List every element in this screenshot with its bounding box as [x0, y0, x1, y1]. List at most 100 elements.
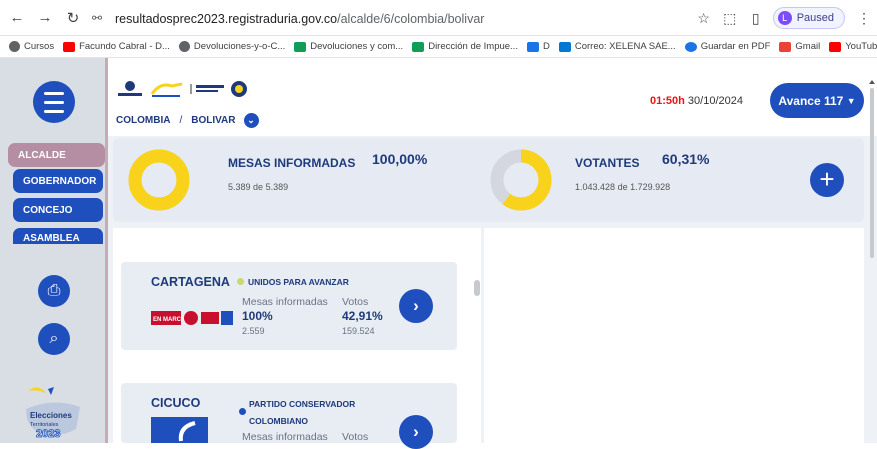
svg-text:2023: 2023: [36, 428, 60, 440]
votantes-ring: [490, 149, 552, 211]
bookmark-5[interactable]: D: [526, 41, 550, 52]
chevron-right-icon[interactable]: ›: [399, 415, 433, 449]
mesas-label: Mesas informadas: [242, 296, 328, 308]
mesas-title: MESAS INFORMADAS: [228, 156, 356, 170]
bookmark-label: Gmail: [795, 41, 821, 52]
votantes-count-line: 1.043.428 de 1.729.928: [575, 182, 671, 192]
bookmark-6[interactable]: Correo: XELENA SAE...: [558, 41, 676, 52]
address-bar[interactable]: ⚯ resultadosprec2023.registraduria.gov.c…: [92, 8, 722, 30]
mesas-count: 2.559: [242, 326, 265, 336]
bookmarks-bar: Cursos Facundo Cabral - D... Devolucione…: [0, 36, 877, 58]
bookmark-label: Cursos: [24, 41, 55, 52]
breadcrumb-colombia[interactable]: COLOMBIA: [116, 115, 170, 126]
page-header: COLOMBIA / BOLIVAR ⌄ 01:50h 30/10/2024 A…: [108, 58, 877, 136]
side-panel-icon[interactable]: ▯: [743, 10, 769, 27]
gmail-icon: [779, 41, 792, 52]
municipality-card-cartagena[interactable]: CARTAGENA UNIDOS PARA AVANZAR EN MARCHA …: [121, 262, 457, 350]
breadcrumb-bolivar[interactable]: BOLIVAR: [191, 115, 235, 126]
plus-icon[interactable]: +: [810, 163, 844, 197]
sidebar-item-alcalde[interactable]: ALCALDE: [8, 143, 105, 167]
more-menu-icon[interactable]: ⋮: [851, 10, 877, 27]
mesas-percent: 100%: [242, 309, 273, 323]
search-icon[interactable]: ⌕: [38, 323, 70, 355]
registraduria-logo: [118, 81, 142, 96]
mesas-ring: [128, 149, 190, 211]
pdf-icon: [684, 41, 697, 52]
bookmark-4[interactable]: Dirección de Impue...: [412, 41, 518, 52]
avance-label: Avance 117: [778, 93, 844, 108]
list-scrollbar[interactable]: [474, 280, 480, 296]
bookmark-8[interactable]: Gmail: [779, 41, 820, 52]
votantes-percent: 60,31%: [662, 151, 710, 167]
svg-text:Elecciones: Elecciones: [30, 411, 72, 420]
ministerio-logo: [190, 84, 224, 94]
bookmark-label: YouTube: [845, 41, 877, 52]
bookmark-1[interactable]: Facundo Cabral - D...: [63, 41, 170, 52]
breadcrumb-separator: /: [179, 115, 183, 126]
print-icon[interactable]: ⎙: [38, 275, 70, 307]
stats-panel: MESAS INFORMADAS 100,00% 5.389 de 5.389 …: [113, 138, 864, 222]
avance-dropdown[interactable]: Avance 117 ▼: [770, 83, 864, 118]
mesas-count-line: 5.389 de 5.389: [228, 182, 289, 192]
profile-avatar: L: [777, 11, 792, 25]
party-name-line2: COLOMBIANO: [249, 416, 309, 426]
municipality-name: CARTAGENA: [151, 275, 230, 289]
bookmark-2[interactable]: Devoluciones-y-o-C...: [178, 41, 286, 52]
bookmark-label: Correo: XELENA SAE...: [574, 41, 676, 52]
browser-toolbar: ← → ↻ ⚯ resultadosprec2023.registraduria…: [0, 0, 877, 36]
reload-icon[interactable]: ↻: [62, 7, 84, 29]
star-icon[interactable]: ☆: [691, 10, 717, 27]
page-scrollbar[interactable]: [868, 78, 876, 258]
site-settings-icon[interactable]: ⚯: [92, 11, 108, 27]
bookmark-7[interactable]: Guardar en PDF: [684, 41, 771, 52]
mesas-label: Mesas informadas: [242, 431, 328, 443]
bookmark-label: Devoluciones y com...: [310, 41, 404, 52]
party-name-line1: PARTIDO CONSERVADOR: [249, 399, 356, 409]
candidate-logo: [151, 417, 208, 443]
sidebar: ALCALDE GOBERNADOR CONCEJO ASAMBLEA ⎙ ⌕ …: [0, 58, 108, 443]
sheets-icon: [294, 41, 307, 52]
back-icon[interactable]: ←: [6, 7, 28, 29]
sidebar-item-gobernador[interactable]: GOBERNADOR: [13, 169, 103, 193]
elecciones-logo: Elecciones Territoriales 2023: [26, 387, 80, 440]
bookmark-label: Dirección de Impue...: [428, 41, 518, 52]
bookmark-label: Guardar en PDF: [700, 41, 771, 52]
sheets-icon: [412, 41, 425, 52]
update-timestamp: 01:50h 30/10/2024: [650, 95, 743, 107]
institution-logos: [116, 80, 248, 98]
bookmark-label: D: [542, 41, 550, 52]
breadcrumb: COLOMBIA / BOLIVAR ⌄: [116, 113, 259, 128]
chevron-down-icon[interactable]: ⌄: [243, 113, 259, 128]
municipality-card-cicuco[interactable]: CICUCO PARTIDO CONSERVADOR COLOMBIANO Me…: [121, 383, 457, 449]
profile-status: Paused: [796, 12, 834, 24]
chevron-right-icon[interactable]: ›: [399, 289, 433, 323]
forward-icon[interactable]: →: [34, 7, 56, 29]
seal-logo: [231, 81, 247, 97]
party-dot: [237, 278, 244, 285]
bookmark-label: Facundo Cabral - D...: [79, 41, 170, 52]
sidebar-item-asamblea[interactable]: ASAMBLEA: [13, 228, 103, 244]
mesas-percent: 100,00%: [372, 151, 428, 167]
sidebar-item-concejo[interactable]: CONCEJO: [13, 198, 103, 222]
update-time: 01:50h: [650, 95, 685, 107]
votos-percent: 42,91%: [342, 309, 383, 323]
votos-label: Votos: [342, 431, 369, 443]
bookmark-0[interactable]: Cursos: [9, 41, 54, 52]
bookmark-3[interactable]: Devoluciones y com...: [294, 41, 403, 52]
caret-down-icon: ▼: [846, 95, 856, 106]
votos-label: Votos: [342, 296, 369, 308]
url-host: resultadosprec2023.registraduria.gov.co: [115, 12, 338, 26]
profile-button[interactable]: L Paused: [772, 7, 845, 29]
party-dot: [239, 408, 246, 415]
update-date: 30/10/2024: [687, 95, 743, 107]
bookmark-9[interactable]: YouTube: [829, 41, 877, 52]
votantes-title: VOTANTES: [575, 156, 640, 170]
youtube-icon: [63, 41, 76, 52]
globe-icon: [178, 41, 190, 52]
outlook-icon: [558, 41, 571, 52]
doc-icon: [526, 41, 539, 52]
extensions-icon[interactable]: ⬚: [717, 10, 743, 27]
municipality-name: CICUCO: [151, 396, 201, 410]
menu-icon[interactable]: [33, 81, 75, 123]
bookmark-label: Devoluciones-y-o-C...: [193, 41, 286, 52]
